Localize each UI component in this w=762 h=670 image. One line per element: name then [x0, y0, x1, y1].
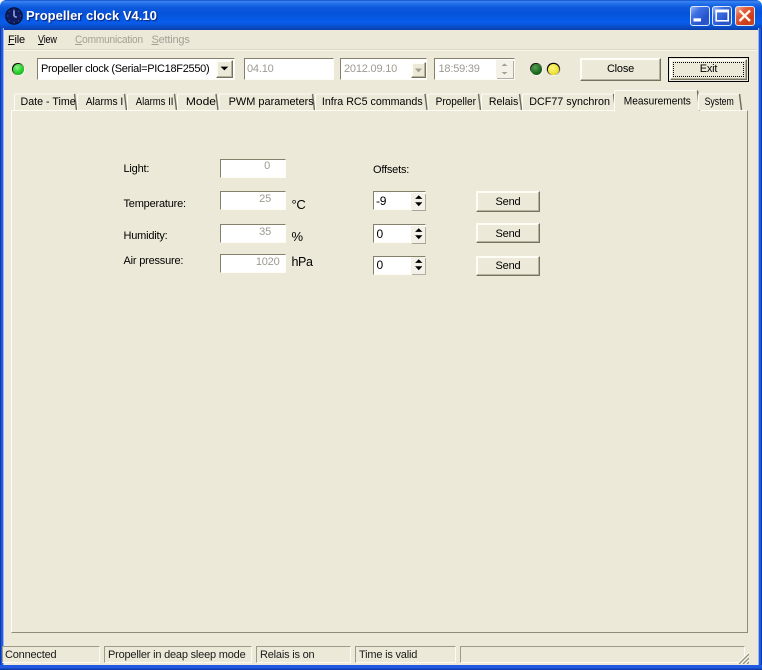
svg-text:Propeller: Propeller [436, 96, 477, 108]
svg-text:Measurements: Measurements [624, 96, 692, 108]
svg-text:Infra RC5 commands: Infra RC5 commands [322, 96, 423, 108]
svg-text:PWM parameters: PWM parameters [229, 96, 315, 108]
svg-text:System: System [705, 96, 734, 108]
svg-text:Alarms I: Alarms I [86, 96, 124, 108]
svg-text:Date - Time: Date - Time [21, 96, 76, 108]
svg-text:Relais: Relais [489, 96, 519, 108]
svg-text:DCF77 synchron: DCF77 synchron [529, 96, 610, 108]
svg-text:Alarms II: Alarms II [136, 96, 174, 108]
svg-text:Mode: Mode [186, 96, 216, 108]
